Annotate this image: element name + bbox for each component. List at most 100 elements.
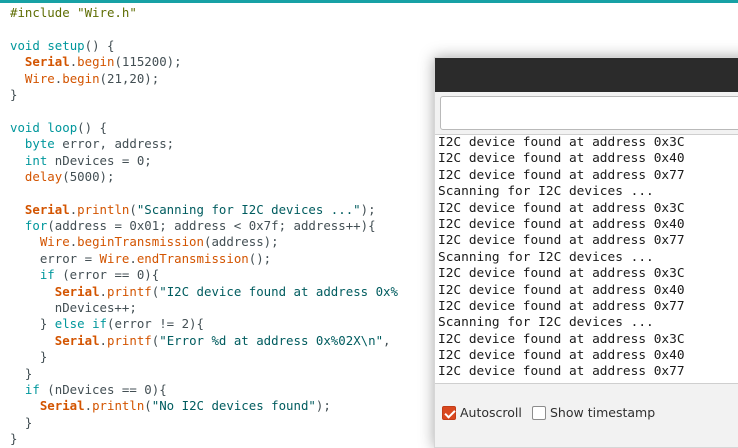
- code-line: }: [10, 87, 398, 103]
- code-line: Wire.begin(21,20);: [10, 71, 398, 87]
- serial-monitor-window: I2C device found at address 0x3C I2C devi…: [434, 57, 738, 448]
- code-token: }: [10, 431, 18, 447]
- code-token: }: [10, 316, 55, 332]
- code-token: nDevices++;: [10, 300, 137, 316]
- code-line: Wire.beginTransmission(address);: [10, 234, 398, 250]
- code-line: error = Wire.endTransmission();: [10, 251, 398, 267]
- code-token: Wire: [99, 250, 130, 266]
- code-token: if: [92, 316, 107, 332]
- code-token: int: [24, 152, 48, 168]
- code-token: setup: [47, 37, 85, 53]
- code-token: ,: [383, 332, 391, 348]
- code-line: }: [10, 366, 398, 382]
- code-token: Serial: [24, 201, 70, 217]
- code-token: void: [10, 37, 40, 53]
- code-token: "No I2C devices found": [151, 398, 316, 414]
- code-token: (address = 0x01; address < 0x7f; address…: [47, 218, 376, 234]
- code-line: Serial.println("Scanning for I2C devices…: [10, 202, 398, 218]
- code-token: );: [360, 201, 376, 217]
- code-token: beginTransmission: [77, 234, 204, 250]
- code-token: Serial: [24, 54, 70, 70]
- code-token: if: [24, 381, 40, 397]
- code-token: "Scanning for I2C devices ...": [136, 201, 361, 217]
- show-timestamp-label[interactable]: Show timestamp: [550, 405, 655, 420]
- code-token: ();: [248, 250, 272, 266]
- code-token: Serial: [39, 398, 85, 414]
- code-token: (error == 0){: [54, 267, 160, 283]
- code-line: if (nDevices == 0){: [10, 382, 398, 398]
- code-token: (: [129, 201, 137, 217]
- serial-output-line: I2C device found at address 0x40: [438, 348, 685, 364]
- serial-output-line: I2C device found at address 0x77: [438, 298, 685, 314]
- code-token: println: [92, 398, 145, 414]
- code-token: printf: [107, 283, 152, 299]
- serial-output-line: I2C device found at address 0x3C: [438, 266, 685, 282]
- serial-output-line: I2C device found at address 0x3C: [438, 200, 685, 216]
- code-line: }: [10, 349, 398, 365]
- code-line: #include "Wire.h": [10, 5, 398, 21]
- serial-send-input[interactable]: [440, 96, 738, 130]
- code-token: endTransmission: [136, 250, 249, 266]
- autoscroll-checkbox[interactable]: [442, 406, 456, 420]
- serial-output-area[interactable]: I2C device found at address 0x3C I2C devi…: [435, 134, 738, 384]
- code-line: if (error == 0){: [10, 267, 398, 283]
- code-token: else: [54, 316, 85, 332]
- serial-output-line: I2C device found at address 0x3C: [438, 135, 685, 150]
- code-line: Serial.println("No I2C devices found");: [10, 398, 398, 414]
- code-token: .: [99, 332, 107, 348]
- code-line: void setup() {: [10, 38, 398, 54]
- code-line: }: [10, 415, 398, 431]
- code-token: void: [10, 119, 40, 135]
- code-token: error, address;: [54, 136, 175, 152]
- code-line: byte error, address;: [10, 136, 398, 152]
- code-token: );: [315, 398, 331, 414]
- code-token: Serial: [54, 332, 100, 348]
- code-token: begin: [77, 54, 115, 70]
- code-line: }: [10, 431, 398, 447]
- serial-output-line: I2C device found at address 0x77: [438, 364, 685, 380]
- code-token: (115200);: [114, 54, 182, 70]
- code-token: (5000);: [62, 168, 115, 184]
- serial-monitor-footer: Autoscroll Show timestamp: [435, 398, 738, 432]
- code-token: .: [99, 283, 107, 299]
- code-token: "Error %d at address 0x%02X\n": [159, 332, 384, 348]
- code-token: nDevices = 0;: [47, 152, 152, 168]
- show-timestamp-checkbox[interactable]: [532, 406, 546, 420]
- code-token: loop: [47, 119, 78, 135]
- code-line: Serial.printf("I2C device found at addre…: [10, 284, 398, 300]
- code-token: "I2C device found at address 0x%: [159, 283, 398, 299]
- code-line: for(address = 0x01; address < 0x7f; addr…: [10, 218, 398, 234]
- code-token: (error != 2){: [107, 316, 204, 332]
- code-token: Serial: [54, 283, 100, 299]
- serial-output-line: Scanning for I2C devices ...: [438, 249, 654, 265]
- autoscroll-label[interactable]: Autoscroll: [460, 405, 522, 420]
- code-token: (: [144, 398, 152, 414]
- code-line: } else if(error != 2){: [10, 316, 398, 332]
- code-token: printf: [107, 332, 152, 348]
- code-token: Wire: [39, 234, 70, 250]
- code-token: (address);: [203, 234, 279, 250]
- code-token: .: [84, 398, 93, 414]
- code-token: #include "Wire.h": [10, 5, 137, 20]
- serial-output-line: I2C device found at address 0x77: [438, 167, 685, 183]
- serial-monitor-title-bar[interactable]: [435, 58, 738, 92]
- code-token: byte: [24, 136, 55, 152]
- code-token: .: [129, 250, 137, 266]
- code-text[interactable]: #include "Wire.h" void setup() { Serial.b…: [10, 5, 398, 448]
- code-token: }: [10, 365, 33, 381]
- code-line: Serial.printf("Error %d at address 0x%02…: [10, 333, 398, 349]
